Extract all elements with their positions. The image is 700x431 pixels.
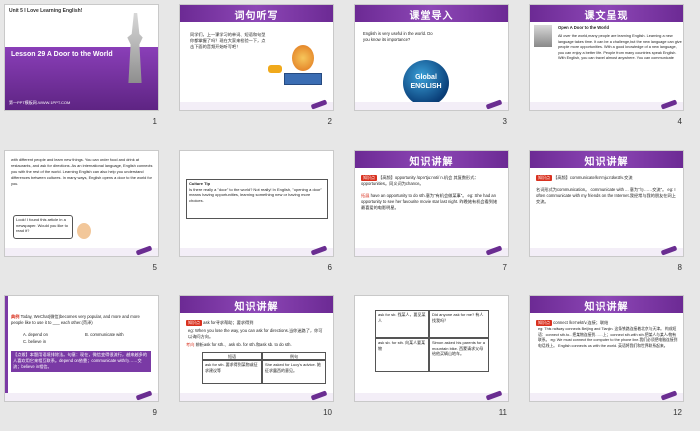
example-tag: 典例 bbox=[11, 314, 20, 319]
slide-thumb-11[interactable]: ask for sb. 找某人，要见某人 Did anyone ask for … bbox=[350, 291, 513, 418]
slide-heading: 知识讲解 bbox=[234, 302, 279, 313]
slide-body: Today, WeChat(微信)becomes very popular, a… bbox=[11, 314, 140, 326]
slide-number: 2 bbox=[327, 117, 332, 126]
slide-heading: 课文呈现 bbox=[584, 11, 629, 22]
desk-computer-icon bbox=[284, 73, 322, 85]
slide-number: 3 bbox=[502, 117, 507, 126]
extension-tag: 拓展 bbox=[361, 193, 370, 198]
culture-tip-text: Is there really a "door" to the world? N… bbox=[189, 186, 322, 203]
slide-body: with different people and learn new thin… bbox=[11, 157, 153, 186]
slide-thumb-4[interactable]: 课文呈现 Open A Door to the World All over t… bbox=[525, 0, 688, 127]
option-c[interactable]: C. believe in bbox=[23, 339, 46, 345]
table-cell: ask sb. for sth. 向某人要某物 bbox=[375, 338, 429, 372]
test-point-text: 辨析ask for sth.、ask sb. for sth.和ask sb. … bbox=[195, 342, 292, 347]
slide-body: 【高频】opportunity /ɒpə'tju:nəti/ n.机会 其复数形… bbox=[361, 175, 479, 187]
statue-icon bbox=[127, 13, 143, 83]
cartoon-head-icon bbox=[292, 45, 314, 71]
slide-number: 10 bbox=[323, 408, 332, 417]
slide-number: 4 bbox=[677, 117, 682, 126]
slide-body: ask for寻求帮助；要求得到 bbox=[203, 320, 254, 325]
slide-number: 11 bbox=[498, 408, 507, 417]
slide-example: have an opportunity to do sth.意为"有机会做某事"… bbox=[361, 193, 498, 211]
slide-thumb-7[interactable]: 知识讲解 知识点 【高频】opportunity /ɒpə'tju:nəti/ … bbox=[350, 146, 513, 273]
table-header-example: 例句 bbox=[262, 352, 326, 360]
slide-body: English is very useful in the world. Do … bbox=[363, 31, 433, 43]
slide-body: connect /kə'nekt/v.连接；联结 bbox=[553, 320, 609, 325]
globe-icon: Global ENGLISH bbox=[403, 60, 449, 106]
test-point-tag: 考向 bbox=[186, 342, 195, 347]
unit-title: Unit 5 I Love Learning English! bbox=[9, 8, 83, 14]
text-heading: Open A Door to the World bbox=[558, 25, 610, 30]
slide-thumb-8[interactable]: 知识讲解 知识点 【高频】communicate/kə'mju:nɪkeɪt/v… bbox=[525, 146, 688, 273]
slide-example: eg: This railway connects Beijing and Ti… bbox=[538, 327, 678, 349]
slide-body: All over the world,many people are learn… bbox=[558, 34, 682, 61]
table-cell: ask for sth. 要求得到某物或征求建议等 bbox=[202, 360, 262, 384]
brand-text: 第一PPT模板网-WWW.1PPT.COM bbox=[9, 99, 71, 105]
table-cell: ask for sb. 找某人，要见某人 bbox=[375, 310, 429, 338]
slide-heading: 知识讲解 bbox=[409, 157, 454, 168]
slide-number: 1 bbox=[152, 117, 157, 126]
slide-thumb-9[interactable]: 典例 Today, WeChat(微信)becomes very popular… bbox=[0, 291, 163, 418]
slide-thumb-3[interactable]: 课堂导入 English is very useful in the world… bbox=[350, 0, 513, 127]
slide-number: 7 bbox=[502, 263, 507, 272]
globe-label-1: Global bbox=[415, 74, 437, 81]
slide-example: eg: When you lose the way, you can ask f… bbox=[188, 328, 323, 340]
slide-thumb-10[interactable]: 知识讲解 知识点 ask for寻求帮助；要求得到 eg: When you l… bbox=[175, 291, 338, 418]
slide-thumb-5[interactable]: with different people and learn new thin… bbox=[0, 146, 163, 273]
slide-thumb-12[interactable]: 知识讲解 知识点 connect /kə'nekt/v.连接；联结 eg: Th… bbox=[525, 291, 688, 418]
slide-number: 8 bbox=[677, 263, 682, 272]
slide-number: 6 bbox=[327, 263, 332, 272]
lesson-title: Lesson 29 A Door to the World bbox=[11, 51, 113, 58]
knowledge-tag: 知识点 bbox=[536, 320, 552, 327]
table-cell: Simon asked his parents for a mountain b… bbox=[429, 338, 489, 372]
slide-heading: 词句听写 bbox=[234, 11, 279, 22]
table-header-phrase: 短语 bbox=[202, 352, 262, 360]
slide-example: 名词形式为communication。 communicate with ...… bbox=[536, 187, 676, 205]
slide-thumb-1[interactable]: Unit 5 I Love Learning English! Lesson 2… bbox=[0, 0, 163, 127]
knowledge-tag: 知识点 bbox=[536, 175, 552, 182]
slide-thumbnail-grid: Unit 5 I Love Learning English! Lesson 2… bbox=[0, 0, 700, 431]
student-icon bbox=[77, 223, 91, 239]
globe-label-2: ENGLISH bbox=[410, 83, 442, 90]
slide-number: 5 bbox=[152, 263, 157, 272]
slide-body: 同学们，上一课学习的单词、短语和句型你都掌握了吗？现在大家来检验一下，点击下面的… bbox=[190, 32, 266, 50]
table-cell: She asked for Lucy's advice. 她征求露西的意见。 bbox=[262, 360, 326, 384]
table-cell: Did anyone ask for me? 有人找我吗？ bbox=[429, 310, 489, 338]
slide-thumb-6[interactable]: Culture Tip Is there really a "door" to … bbox=[175, 146, 338, 273]
slide-number: 9 bbox=[152, 408, 157, 417]
hint-box: 【点拨】本题用语境排除法。句意：现在，微信变得很流行，越来越多的人喜欢用它来相互… bbox=[11, 351, 151, 372]
statue-photo bbox=[534, 25, 552, 47]
knowledge-tag: 知识点 bbox=[186, 320, 202, 327]
slide-number: 12 bbox=[673, 408, 682, 417]
option-b[interactable]: B. communicate with bbox=[85, 332, 124, 338]
speaker-icon bbox=[268, 65, 282, 73]
slide-heading: 知识讲解 bbox=[584, 157, 629, 168]
slide-heading: 知识讲解 bbox=[584, 302, 629, 313]
slide-heading: 课堂导入 bbox=[409, 11, 454, 22]
option-a[interactable]: A. depend on bbox=[23, 332, 48, 338]
slide-thumb-2[interactable]: 词句听写 同学们，上一课学习的单词、短语和句型你都掌握了吗？现在大家来检验一下，… bbox=[175, 0, 338, 127]
speech-bubble: Look! I found this article in a newspape… bbox=[13, 215, 73, 239]
slide-body: 【高频】communicate/kə'mju:nɪkeɪt/v.交流 bbox=[553, 175, 633, 180]
